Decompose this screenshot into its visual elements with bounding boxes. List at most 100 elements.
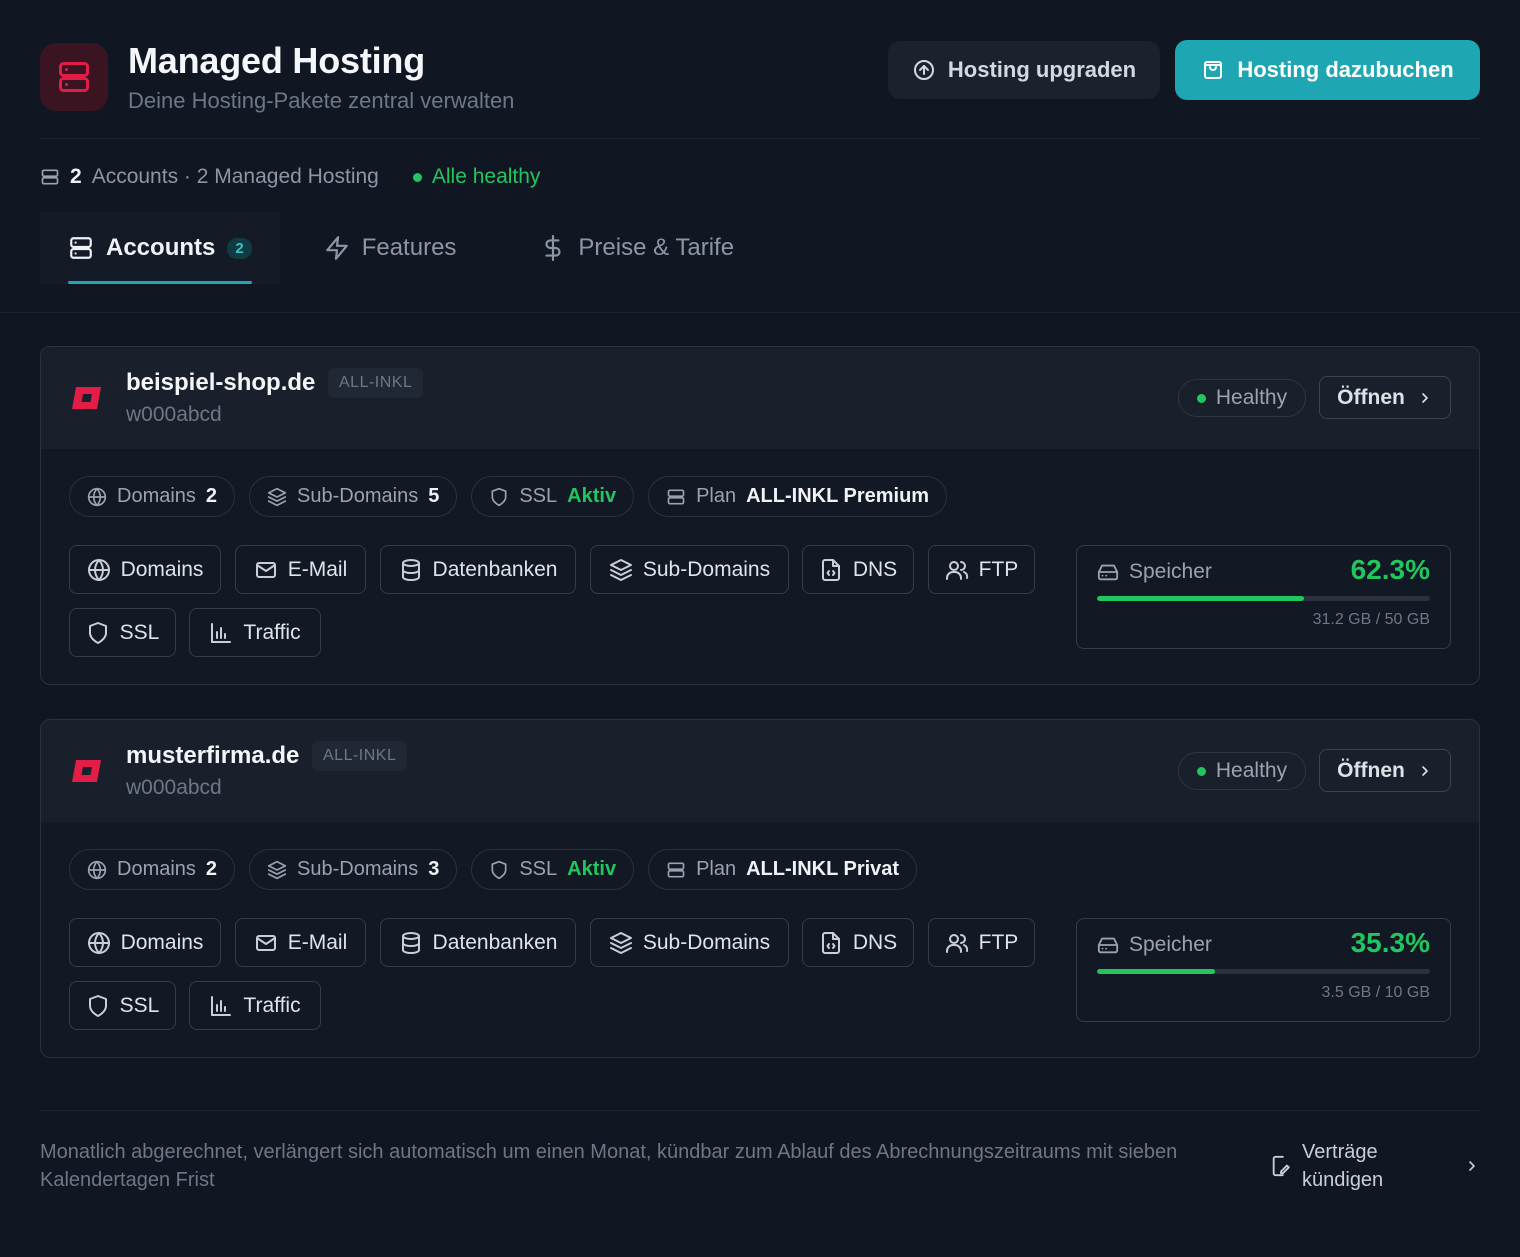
subdomains-action-label: Sub-Domains	[642, 557, 771, 581]
dns-action-button[interactable]: DNS	[802, 918, 914, 967]
email-action-button[interactable]: E-Mail	[235, 918, 366, 967]
all-inkl-logo	[71, 385, 103, 411]
hard-drive-icon	[1097, 561, 1119, 583]
layers-icon	[609, 931, 633, 955]
open-account-label: Öffnen	[1337, 758, 1405, 782]
databases-action-label: Datenbanken	[432, 557, 558, 581]
ftp-action-label: FTP	[978, 930, 1019, 954]
ssl-action-label: SSL	[119, 620, 160, 644]
status-badge: Healthy	[1178, 379, 1306, 417]
tab-features-label: Features	[361, 234, 457, 261]
bar-chart-icon	[209, 994, 233, 1018]
header-divider	[40, 138, 1480, 139]
storage-label-group: Speicher	[1097, 933, 1212, 957]
databases-action-button[interactable]: Datenbanken	[380, 918, 576, 967]
tab-accounts-badge: 2	[227, 237, 252, 259]
ssl-action-button[interactable]: SSL	[69, 608, 176, 657]
ftp-action-button[interactable]: FTP	[928, 918, 1035, 967]
traffic-action-button[interactable]: Traffic	[189, 981, 321, 1030]
tab-bar: Accounts 2 Features Preise & Tarife	[40, 212, 762, 284]
status-label: Healthy	[1215, 759, 1288, 782]
hosting-upgrade-label: Hosting upgraden	[947, 57, 1137, 82]
cancel-contracts-link[interactable]: Verträge kündigen	[1270, 1138, 1480, 1194]
open-account-button[interactable]: Öffnen	[1319, 376, 1451, 419]
users-icon	[945, 558, 969, 582]
shield-icon	[86, 621, 110, 645]
subdomains-chip-label: Sub-Domains	[297, 485, 419, 507]
domains-chip: Domains 2	[69, 849, 236, 890]
domains-chip-label: Domains	[117, 858, 196, 880]
layers-icon	[267, 487, 287, 507]
domains-action-label: Domains	[120, 930, 204, 954]
traffic-action-button[interactable]: Traffic	[189, 608, 321, 657]
server-icon	[666, 487, 686, 507]
storage-progress-track	[1097, 969, 1430, 974]
storage-progress-track	[1097, 596, 1430, 601]
databases-action-label: Datenbanken	[432, 930, 558, 954]
database-icon	[399, 931, 423, 955]
status-dot	[412, 172, 422, 182]
shield-icon	[489, 860, 509, 880]
ssl-chip-value: Aktiv	[567, 485, 617, 507]
dns-action-label: DNS	[852, 930, 898, 954]
health-summary-label: Alle healthy	[431, 165, 541, 188]
account-domain: musterfirma.de	[126, 742, 300, 769]
account-id: w000abcd	[126, 403, 222, 426]
page-header: Managed Hosting Deine Hosting-Pakete zen…	[40, 40, 1480, 113]
storage-progress-fill	[1097, 969, 1215, 974]
page-title: Managed Hosting	[128, 40, 426, 81]
health-summary: Alle healthy	[412, 165, 541, 189]
status-badge: Healthy	[1178, 752, 1306, 790]
domains-action-button[interactable]: Domains	[69, 918, 221, 967]
subdomains-chip-value: 5	[428, 485, 440, 507]
server-icon	[40, 43, 108, 111]
server-icon	[40, 167, 60, 187]
mail-icon	[254, 931, 278, 955]
accounts-count: 2	[70, 165, 82, 188]
arrow-up-circle-icon	[912, 58, 936, 82]
layers-icon	[267, 860, 287, 880]
tabs-divider	[0, 312, 1520, 313]
tab-accounts-label: Accounts	[106, 234, 216, 261]
plan-chip-label: Plan	[696, 858, 737, 880]
globe-icon	[87, 487, 107, 507]
domains-chip: Domains 2	[69, 476, 236, 517]
ssl-chip-label: SSL	[519, 858, 558, 880]
storage-panel: Speicher 62.3% 31.2 GB / 50 GB	[1076, 545, 1451, 649]
hosting-upgrade-button[interactable]: Hosting upgraden	[888, 41, 1160, 99]
tab-pricing[interactable]: Preise & Tarife	[512, 212, 762, 284]
footer-divider	[40, 1110, 1480, 1111]
users-icon	[945, 931, 969, 955]
layers-icon	[609, 558, 633, 582]
account-domain: beispiel-shop.de	[126, 369, 316, 396]
billing-note: Monatlich abgerechnet, verlängert sich a…	[40, 1141, 1178, 1191]
domains-action-label: Domains	[120, 557, 204, 581]
ssl-action-button[interactable]: SSL	[69, 981, 176, 1030]
domains-action-button[interactable]: Domains	[69, 545, 221, 594]
accounts-summary: 2 Accounts · 2 Managed Hosting Alle heal…	[40, 162, 540, 192]
open-account-button[interactable]: Öffnen	[1319, 749, 1451, 792]
subdomains-action-label: Sub-Domains	[642, 930, 771, 954]
subdomains-action-button[interactable]: Sub-Domains	[590, 545, 789, 594]
shield-icon	[86, 994, 110, 1018]
storage-percent: 35.3%	[1350, 927, 1430, 958]
hosting-book-label: Hosting dazubuchen	[1237, 57, 1454, 82]
tab-pricing-label: Preise & Tarife	[578, 234, 735, 261]
storage-label-group: Speicher	[1097, 560, 1212, 584]
ssl-chip: SSL Aktiv	[471, 476, 635, 517]
storage-label: Speicher	[1129, 933, 1212, 956]
traffic-action-label: Traffic	[243, 993, 301, 1017]
cancel-contracts-label: Verträge kündigen	[1302, 1141, 1384, 1191]
subdomains-action-button[interactable]: Sub-Domains	[590, 918, 789, 967]
account-id: w000abcd	[126, 776, 222, 799]
tab-accounts[interactable]: Accounts 2	[40, 212, 280, 284]
dns-action-button[interactable]: DNS	[802, 545, 914, 594]
storage-usage: 3.5 GB / 10 GB	[1321, 984, 1431, 1001]
hosting-book-button[interactable]: Hosting dazubuchen	[1175, 40, 1480, 100]
tab-features[interactable]: Features	[296, 212, 485, 284]
email-action-button[interactable]: E-Mail	[235, 545, 366, 594]
plan-chip: Plan ALL-INKL Premium	[648, 476, 948, 517]
ftp-action-button[interactable]: FTP	[928, 545, 1035, 594]
databases-action-button[interactable]: Datenbanken	[380, 545, 576, 594]
domains-chip-label: Domains	[117, 485, 196, 507]
